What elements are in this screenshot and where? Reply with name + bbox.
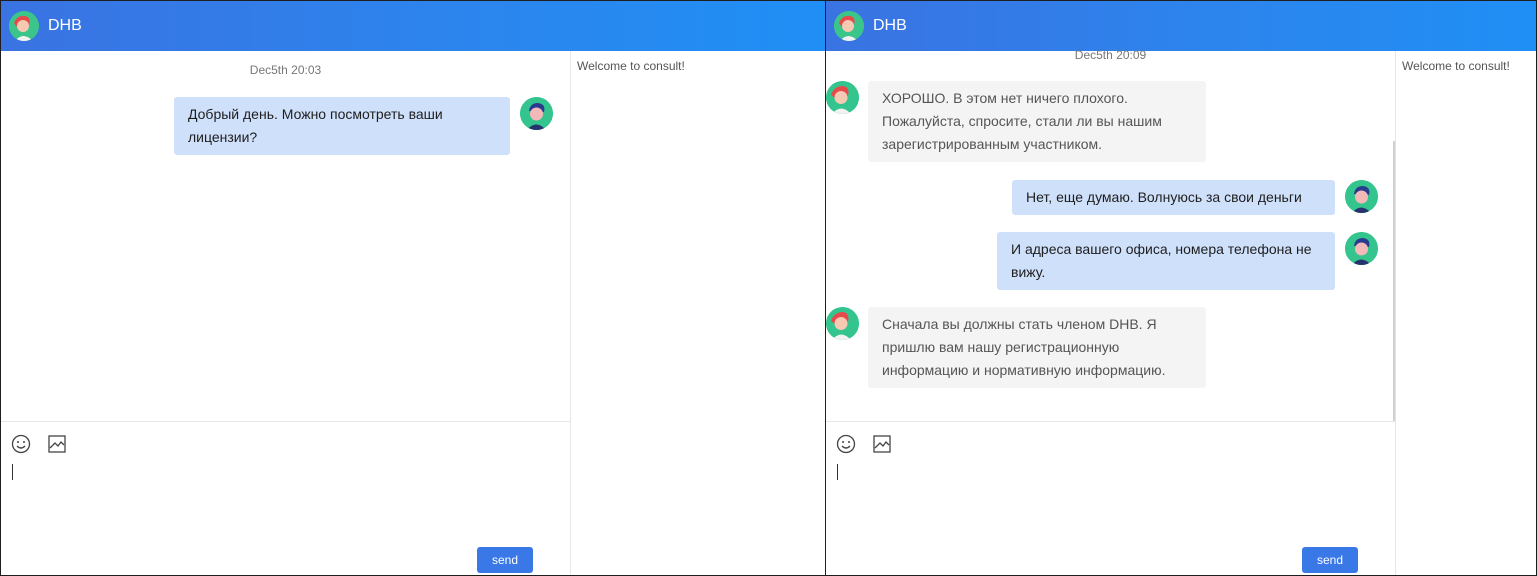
chat-header: DHB [1, 1, 825, 51]
sidebar-panel: Welcome to consult! [1395, 51, 1536, 575]
header-title: DHB [873, 17, 907, 34]
welcome-text: Welcome to consult! [1402, 59, 1510, 73]
agent-avatar-icon [826, 307, 859, 340]
brand-logo-icon [834, 11, 864, 41]
message-bubble: Сначала вы должны стать членом DHB. Я пр… [868, 307, 1206, 388]
sidebar-panel: Welcome to consult! [570, 51, 825, 575]
composer-toolbar [11, 434, 67, 454]
screen: DHB Dec5th 20:03 Добрый день. Можно посм… [0, 0, 1537, 576]
message-timestamp: Dec5th 20:03 [249, 63, 322, 77]
chat-window-left: DHB Dec5th 20:03 Добрый день. Можно посм… [0, 0, 826, 576]
chat-header: DHB [826, 1, 1536, 51]
welcome-text: Welcome to consult! [577, 59, 685, 73]
emoji-icon[interactable] [11, 434, 31, 454]
user-avatar-icon [520, 97, 553, 130]
emoji-icon[interactable] [836, 434, 856, 454]
send-button[interactable]: send [477, 547, 533, 573]
message-outgoing: И адреса вашего офиса, номера телефона н… [997, 232, 1378, 290]
message-bubble: ХОРОШО. В этом нет ничего плохого. Пожал… [868, 81, 1206, 162]
brand-logo-icon [9, 11, 39, 41]
message-input[interactable] [12, 464, 13, 480]
message-outgoing: Нет, еще думаю. Волнуюсь за свои деньги [1012, 180, 1378, 215]
message-incoming: Сначала вы должны стать членом DHB. Я пр… [826, 307, 1206, 388]
send-button[interactable]: send [1302, 547, 1358, 573]
message-bubble: И адреса вашего офиса, номера телефона н… [997, 232, 1335, 290]
header-title: DHB [48, 17, 82, 34]
message-composer: send [826, 421, 1395, 575]
message-outgoing: Добрый день. Можно посмотреть ваши лицен… [174, 97, 553, 155]
image-upload-icon[interactable] [872, 434, 892, 454]
image-upload-icon[interactable] [47, 434, 67, 454]
message-timestamp: Dec5th 20:09 [1074, 48, 1147, 62]
agent-avatar-icon [826, 81, 859, 114]
user-avatar-icon [1345, 232, 1378, 265]
message-incoming: ХОРОШО. В этом нет ничего плохого. Пожал… [826, 81, 1206, 162]
message-bubble: Добрый день. Можно посмотреть ваши лицен… [174, 97, 510, 155]
message-bubble: Нет, еще думаю. Волнуюсь за свои деньги [1012, 180, 1335, 215]
message-input[interactable] [837, 464, 838, 480]
message-list[interactable]: Dec5th 20:09 ХОРОШО. В этом нет ничего п… [826, 48, 1395, 421]
chat-window-right: DHB Dec5th 20:09 ХОРОШО. В этом нет ниче… [825, 0, 1537, 576]
user-avatar-icon [1345, 180, 1378, 213]
message-composer: send [1, 421, 570, 575]
message-list[interactable]: Dec5th 20:03 Добрый день. Можно посмотре… [1, 51, 570, 421]
composer-toolbar [836, 434, 892, 454]
